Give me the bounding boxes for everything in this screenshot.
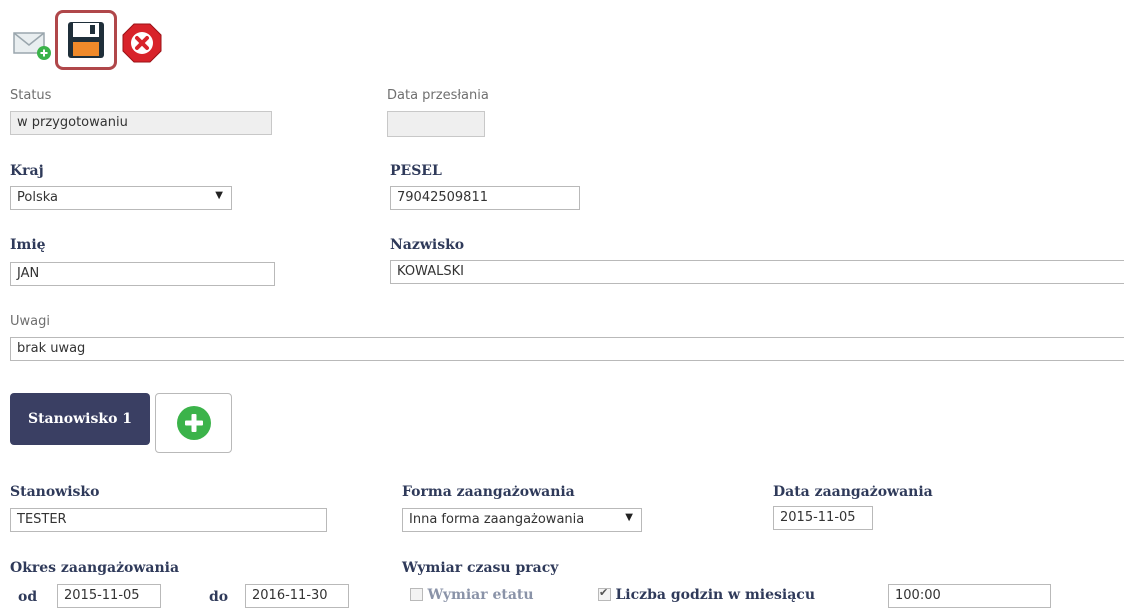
imie-input[interactable]: JAN — [10, 262, 275, 286]
tab-stanowisko-1[interactable]: Stanowisko 1 — [10, 393, 150, 445]
dropdown-arrow-icon: ▼ — [215, 190, 223, 201]
red-x-icon — [122, 23, 162, 63]
forma-zaangazowania-value: Inna forma zaangażowania — [409, 512, 585, 527]
wymiar-czasu-pracy-label: Wymiar czasu pracy — [402, 560, 559, 576]
kraj-select[interactable]: Polska ▼ — [10, 186, 232, 210]
add-position-button[interactable] — [155, 393, 232, 453]
liczba-godzin-option[interactable]: Liczba godzin w miesiącu — [598, 586, 815, 604]
liczba-godzin-input[interactable]: 100:00 — [888, 584, 1051, 608]
data-przeslania-field — [387, 111, 485, 137]
nazwisko-input[interactable]: KOWALSKI — [390, 260, 1124, 284]
data-zaangazowania-input[interactable]: 2015-11-05 — [773, 506, 873, 530]
forma-zaangazowania-select[interactable]: Inna forma zaangażowania ▼ — [402, 508, 642, 532]
status-label: Status — [10, 88, 52, 103]
do-label: do — [209, 589, 229, 605]
uwagi-label: Uwagi — [10, 314, 50, 329]
floppy-disk-icon — [68, 22, 104, 58]
stanowisko-input[interactable]: TESTER — [10, 508, 327, 532]
imie-label: Imię — [10, 237, 46, 253]
okres-zaangazowania-label: Okres zaangażowania — [10, 560, 180, 576]
send-button[interactable] — [12, 27, 54, 61]
save-button[interactable] — [55, 10, 117, 70]
envelope-plus-icon — [13, 32, 51, 60]
status-field: w przygotowaniu — [10, 111, 272, 135]
wymiar-etatu-label: Wymiar etatu — [427, 587, 534, 603]
forma-zaangazowania-label: Forma zaangażowania — [402, 484, 575, 500]
tab-stanowisko-1-label: Stanowisko 1 — [27, 411, 133, 427]
pesel-input[interactable]: 79042509811 — [390, 186, 580, 210]
liczba-godzin-label: Liczba godzin w miesiącu — [615, 587, 816, 603]
uwagi-input[interactable]: brak uwag — [10, 337, 1124, 361]
dropdown-arrow-icon: ▼ — [625, 512, 633, 523]
od-date-input[interactable]: 2015-11-05 — [57, 584, 161, 608]
plus-circle-icon — [176, 406, 211, 440]
data-zaangazowania-label: Data zaangażowania — [773, 484, 933, 500]
wymiar-etatu-option[interactable]: Wymiar etatu — [410, 586, 534, 604]
od-label: od — [18, 589, 38, 605]
kraj-select-value: Polska — [17, 190, 58, 205]
delete-button[interactable] — [121, 22, 163, 64]
stanowisko-label: Stanowisko — [10, 484, 100, 500]
pesel-label: PESEL — [390, 163, 442, 179]
liczba-godzin-checkbox[interactable] — [598, 586, 611, 602]
kraj-label: Kraj — [10, 163, 44, 179]
do-date-input[interactable]: 2016-11-30 — [245, 584, 349, 608]
nazwisko-label: Nazwisko — [390, 237, 465, 253]
wymiar-etatu-checkbox[interactable] — [410, 588, 423, 602]
data-przeslania-label: Data przesłania — [387, 88, 489, 103]
